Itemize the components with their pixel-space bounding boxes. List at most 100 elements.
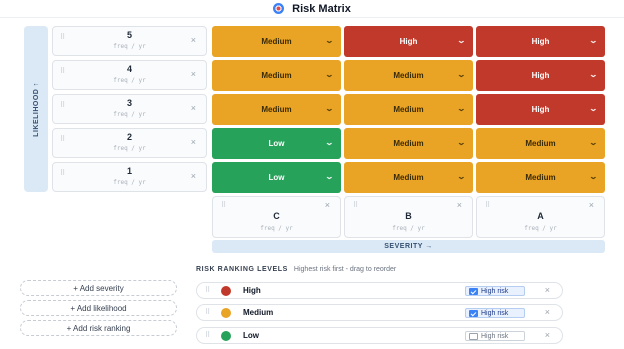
drag-handle-icon[interactable]: ⠿ [485, 201, 490, 209]
severity-column-header[interactable]: ⠿ × C freq / yr [212, 196, 341, 238]
matrix-cell-value: Medium [261, 105, 292, 114]
drag-handle-icon[interactable]: ⠿ [353, 201, 358, 209]
high-risk-label: High risk [481, 332, 509, 340]
matrix-cell-value: Medium [393, 71, 424, 80]
matrix-cell-select[interactable]: Medium ⌄ [344, 94, 473, 125]
ranking-name[interactable]: Medium [243, 308, 273, 317]
matrix-cell-select[interactable]: Medium ⌄ [212, 94, 341, 125]
matrix-cell-select[interactable]: Medium ⌄ [344, 162, 473, 193]
severity-column-header[interactable]: ⠿ × A freq / yr [476, 196, 605, 238]
high-risk-checkbox[interactable]: High risk [465, 286, 525, 296]
likelihood-row-header[interactable]: ⠿ 3 freq / yr × [52, 94, 207, 124]
likelihood-row-header[interactable]: ⠿ 5 freq / yr × [52, 26, 207, 56]
chevron-down-icon: ⌄ [324, 70, 335, 79]
color-swatch[interactable] [221, 308, 231, 318]
matrix-cell-select[interactable]: High ⌄ [476, 26, 605, 57]
matrix-cell-select[interactable]: Medium ⌄ [476, 162, 605, 193]
remove-ranking-icon[interactable]: × [545, 330, 550, 340]
likelihood-axis: LIKELIHOOD ↑ [24, 26, 48, 192]
drag-handle-icon[interactable]: ⠿ [205, 331, 210, 339]
matrix-cell-select[interactable]: Medium ⌄ [476, 128, 605, 159]
chevron-down-icon: ⌄ [456, 70, 467, 79]
matrix-cell-select[interactable]: Medium ⌄ [212, 60, 341, 91]
checkbox-icon[interactable] [469, 287, 478, 295]
remove-ranking-icon[interactable]: × [545, 307, 550, 317]
checkbox-icon[interactable] [469, 332, 478, 340]
add-severity-button[interactable]: + Add severity [20, 280, 177, 296]
ranking-row[interactable]: ⠿ Low High risk × [196, 327, 563, 344]
matrix-cell-select[interactable]: Medium ⌄ [212, 26, 341, 57]
matrix-cell-value: Medium [261, 71, 292, 80]
remove-severity-icon[interactable]: × [589, 200, 594, 210]
remove-likelihood-icon[interactable]: × [191, 171, 196, 181]
likelihood-row-header[interactable]: ⠿ 1 freq / yr × [52, 162, 207, 192]
likelihood-row-header[interactable]: ⠿ 2 freq / yr × [52, 128, 207, 158]
matrix-cell-select[interactable]: Low ⌄ [212, 128, 341, 159]
severity-column-header[interactable]: ⠿ × B freq / yr [344, 196, 473, 238]
remove-severity-icon[interactable]: × [457, 200, 462, 210]
matrix-cell-value: High [399, 37, 418, 46]
ranking-subtitle: Highest risk first - drag to reorder [293, 266, 397, 273]
matrix-cell-select[interactable]: Medium ⌄ [344, 60, 473, 91]
likelihood-label[interactable]: 3 [53, 98, 206, 108]
likelihood-label[interactable]: 1 [53, 166, 206, 176]
matrix-cell-value: High [531, 71, 550, 80]
matrix-cell-value: Medium [393, 105, 424, 114]
high-risk-checkbox[interactable]: High risk [465, 331, 525, 341]
remove-severity-icon[interactable]: × [325, 200, 330, 210]
chevron-down-icon: ⌄ [588, 172, 599, 181]
likelihood-label[interactable]: 2 [53, 132, 206, 142]
frequency-input[interactable]: freq / yr [53, 145, 206, 152]
chevron-down-icon: ⌄ [588, 36, 599, 45]
drag-handle-icon[interactable]: ⠿ [205, 286, 210, 294]
frequency-input[interactable]: freq / yr [477, 225, 604, 232]
matrix-cell-value: Medium [525, 173, 556, 182]
app-logo-icon [273, 3, 285, 14]
remove-likelihood-icon[interactable]: × [191, 137, 196, 147]
chevron-down-icon: ⌄ [324, 172, 335, 181]
color-swatch[interactable] [221, 286, 231, 296]
high-risk-label: High risk [481, 287, 509, 295]
matrix-cell-select[interactable]: High ⌄ [476, 60, 605, 91]
likelihood-label[interactable]: 5 [53, 30, 206, 40]
drag-handle-icon[interactable]: ⠿ [205, 308, 210, 316]
severity-label[interactable]: B [345, 211, 472, 221]
matrix-cell-select[interactable]: Low ⌄ [212, 162, 341, 193]
frequency-input[interactable]: freq / yr [53, 111, 206, 118]
remove-ranking-icon[interactable]: × [545, 285, 550, 295]
add-risk-ranking-button[interactable]: + Add risk ranking [20, 320, 177, 336]
ranking-name[interactable]: High [243, 286, 261, 295]
color-swatch[interactable] [221, 331, 231, 341]
checkbox-icon[interactable] [469, 309, 478, 317]
add-likelihood-button[interactable]: + Add likelihood [20, 300, 177, 316]
frequency-input[interactable]: freq / yr [53, 179, 206, 186]
ranking-name[interactable]: Low [243, 331, 259, 340]
chevron-down-icon: ⌄ [456, 104, 467, 113]
severity-label[interactable]: A [477, 211, 604, 221]
matrix-cell-value: Medium [525, 139, 556, 148]
frequency-input[interactable]: freq / yr [53, 77, 206, 84]
chevron-down-icon: ⌄ [456, 172, 467, 181]
severity-label[interactable]: C [213, 211, 340, 221]
app-title: Risk Matrix [292, 2, 351, 15]
remove-likelihood-icon[interactable]: × [191, 69, 196, 79]
ranking-row[interactable]: ⠿ High High risk × [196, 282, 563, 299]
frequency-input[interactable]: freq / yr [345, 225, 472, 232]
chevron-down-icon: ⌄ [588, 104, 599, 113]
frequency-input[interactable]: freq / yr [213, 225, 340, 232]
remove-likelihood-icon[interactable]: × [191, 103, 196, 113]
chevron-down-icon: ⌄ [456, 138, 467, 147]
frequency-input[interactable]: freq / yr [53, 43, 206, 50]
likelihood-label[interactable]: 4 [53, 64, 206, 74]
drag-handle-icon[interactable]: ⠿ [221, 201, 226, 209]
severity-axis-label: SEVERITY → [212, 240, 605, 253]
likelihood-row-header[interactable]: ⠿ 4 freq / yr × [52, 60, 207, 90]
high-risk-checkbox[interactable]: High risk [465, 308, 525, 318]
remove-likelihood-icon[interactable]: × [191, 35, 196, 45]
ranking-row[interactable]: ⠿ Medium High risk × [196, 304, 563, 321]
matrix-cell-select[interactable]: High ⌄ [344, 26, 473, 57]
matrix-cell-select[interactable]: High ⌄ [476, 94, 605, 125]
high-risk-label: High risk [481, 309, 509, 317]
chevron-down-icon: ⌄ [324, 36, 335, 45]
matrix-cell-select[interactable]: Medium ⌄ [344, 128, 473, 159]
